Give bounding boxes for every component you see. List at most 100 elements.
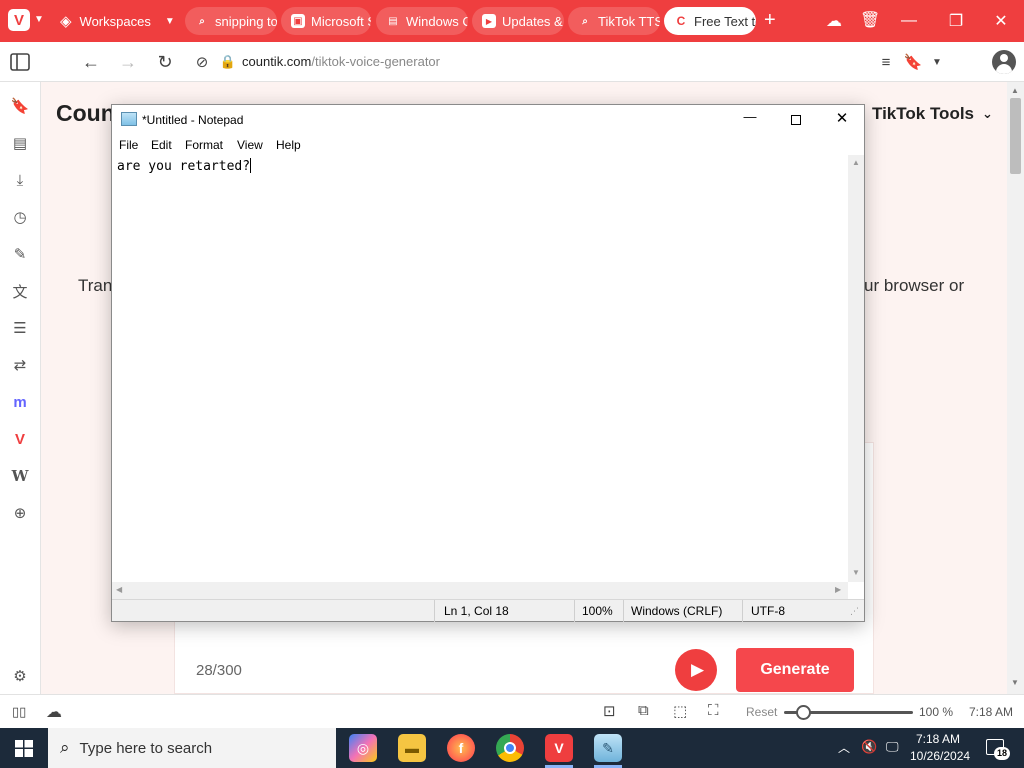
menu-format[interactable]: Format: [185, 138, 223, 152]
restore-button[interactable]: ❐: [933, 0, 979, 42]
tray-chevron-up-icon[interactable]: ︿: [838, 739, 850, 756]
tab-snipping[interactable]: ⌕ snipping to: [185, 7, 277, 35]
translate-icon[interactable]: 文: [10, 281, 30, 301]
cloud-icon[interactable]: ☁: [826, 11, 842, 31]
page-actions-icon[interactable]: ⬚: [673, 702, 687, 720]
add-panel-icon[interactable]: ⊕: [10, 503, 30, 523]
forward-arrow-icon[interactable]: →: [116, 50, 140, 74]
back-arrow-icon[interactable]: ←: [79, 50, 103, 74]
maximize-button[interactable]: [781, 109, 811, 131]
scroll-up-arrow[interactable]: ▲: [852, 158, 860, 167]
scrollbar-thumb[interactable]: [1010, 98, 1021, 174]
settings-gear-icon[interactable]: ⚙: [10, 666, 30, 686]
generate-button[interactable]: Generate: [736, 648, 854, 692]
bookmark-icon[interactable]: 🔖: [901, 50, 925, 74]
image-toggle-icon[interactable]: ⛶: [708, 702, 719, 719]
tab-tiling-icon[interactable]: ⧉: [638, 702, 649, 719]
reload-icon[interactable]: ↻: [153, 50, 177, 74]
firefox-icon[interactable]: f: [447, 734, 475, 762]
notepad-vertical-scrollbar[interactable]: ▲ ▼: [848, 155, 864, 582]
reading-list-icon[interactable]: ▤: [10, 133, 30, 153]
zoom-slider[interactable]: [784, 705, 913, 720]
reader-view-icon[interactable]: ≡: [874, 50, 898, 74]
cloud-sync-icon[interactable]: ☁: [46, 702, 62, 722]
mastodon-icon[interactable]: m: [10, 392, 30, 412]
menu-file[interactable]: File: [119, 138, 138, 152]
notepad-title-bar[interactable]: *Untitled - Notepad — ✕: [112, 105, 864, 135]
tab-microsoft[interactable]: ▣ Microsoft S: [281, 7, 371, 35]
zoom-value: 100 %: [919, 705, 954, 719]
capture-icon[interactable]: ⊡: [603, 702, 616, 720]
profile-avatar-icon[interactable]: [992, 50, 1016, 74]
scroll-down-arrow[interactable]: ▼: [1011, 678, 1019, 687]
tab-tiktok-tts[interactable]: ⌕ TikTok TTS: [568, 7, 660, 35]
close-button[interactable]: ✕: [978, 0, 1024, 42]
zoom-reset-button[interactable]: Reset: [746, 705, 777, 719]
trash-icon[interactable]: 🗑: [860, 10, 880, 30]
notepad-title: *Untitled - Notepad: [142, 113, 244, 127]
resize-grip-icon[interactable]: ⋰: [850, 606, 859, 617]
close-button[interactable]: ✕: [827, 109, 857, 131]
notepad-text-area[interactable]: are you retarted?: [112, 155, 848, 582]
menu-view[interactable]: View: [237, 138, 263, 152]
bookmarks-panel-icon[interactable]: 🔖: [10, 96, 30, 116]
chrome-center: [504, 742, 516, 754]
network-icon[interactable]: 🖵: [886, 739, 899, 755]
panel-toggle-icon[interactable]: [8, 50, 32, 74]
status-clock: 7:18 AM: [969, 705, 1014, 719]
copilot-icon[interactable]: ◎: [349, 734, 377, 762]
maximize-icon: [791, 115, 801, 125]
zoom-slider-knob[interactable]: [796, 705, 812, 720]
chevron-down-icon[interactable]: ▼: [34, 14, 44, 25]
sync-icon[interactable]: ⇄: [10, 355, 30, 375]
scroll-down-arrow[interactable]: ▼: [852, 568, 860, 577]
tab-updates[interactable]: ▶ Updates &: [472, 7, 564, 35]
intro-text-left: Tran: [78, 276, 113, 295]
site-logo[interactable]: Coun: [56, 100, 115, 127]
tiktok-tools-menu[interactable]: TikTok Tools ⌄: [872, 104, 993, 124]
taskbar-time[interactable]: 7:18 AM: [916, 732, 960, 746]
menu-edit[interactable]: Edit: [151, 138, 172, 152]
url-field[interactable]: countik.com/tiktok-voice-generator: [242, 54, 440, 69]
chevron-down-icon[interactable]: ▼: [925, 50, 949, 74]
notepad-content: are you retarted?: [117, 159, 251, 174]
play-button[interactable]: ▶: [675, 649, 717, 691]
address-bar-row: ← → ↻ ⊘ 🔒 countik.com/tiktok-voice-gener…: [0, 42, 1024, 82]
tab-free-text[interactable]: C Free Text to: [664, 7, 756, 35]
scroll-left-arrow[interactable]: ◀: [116, 585, 122, 594]
scroll-right-arrow[interactable]: ▶: [835, 585, 841, 594]
minimize-button[interactable]: —: [886, 0, 932, 42]
cursor-position: Ln 1, Col 18: [444, 604, 509, 618]
start-button[interactable]: [15, 740, 33, 757]
vivaldi-icon[interactable]: V: [10, 429, 30, 449]
file-explorer-icon[interactable]: ▬: [398, 734, 426, 762]
window-panel-icon[interactable]: ☰: [10, 318, 30, 338]
vivaldi-menu-button[interactable]: V: [8, 9, 30, 31]
new-tab-button[interactable]: +: [764, 10, 776, 30]
taskbar-search-box[interactable]: ⌕ Type here to search: [48, 728, 336, 768]
workspaces-button[interactable]: ◈ Workspaces ▼: [60, 12, 175, 30]
taskbar-date[interactable]: 10/26/2024: [910, 749, 970, 763]
browser-side-panel: 🔖 ▤ ⤓ ◷ ✎ 文 ☰ ⇄ m V W ⊕ ⚙: [0, 82, 41, 694]
tracker-blocker-icon[interactable]: ⊘: [190, 50, 214, 74]
vivaldi-taskbar-icon[interactable]: V: [545, 734, 573, 762]
panel-toggle-icon[interactable]: ▯▯: [12, 704, 26, 720]
downloads-icon[interactable]: ⤓: [10, 170, 30, 190]
page-scrollbar[interactable]: ▲ ▼: [1007, 82, 1024, 694]
tab-label: Microsoft S: [311, 13, 371, 29]
volume-muted-icon[interactable]: 🔇: [861, 739, 877, 755]
notepad-window[interactable]: *Untitled - Notepad — ✕ File Edit Format…: [111, 104, 865, 622]
minimize-button[interactable]: —: [735, 109, 765, 131]
notepad-horizontal-scrollbar[interactable]: ◀ ▶: [112, 582, 848, 599]
document-icon: ▤: [388, 15, 398, 27]
url-domain: countik.com: [242, 54, 312, 69]
scroll-up-arrow[interactable]: ▲: [1011, 86, 1019, 95]
chrome-icon[interactable]: [496, 734, 524, 762]
menu-help[interactable]: Help: [276, 138, 301, 152]
tab-windows[interactable]: ▤ Windows C: [376, 7, 468, 35]
notes-icon[interactable]: ✎: [10, 244, 30, 264]
notepad-taskbar-icon[interactable]: ✎: [594, 734, 622, 762]
wikipedia-icon[interactable]: W: [10, 466, 30, 486]
tab-label: Windows C: [406, 13, 468, 29]
history-icon[interactable]: ◷: [10, 207, 30, 227]
